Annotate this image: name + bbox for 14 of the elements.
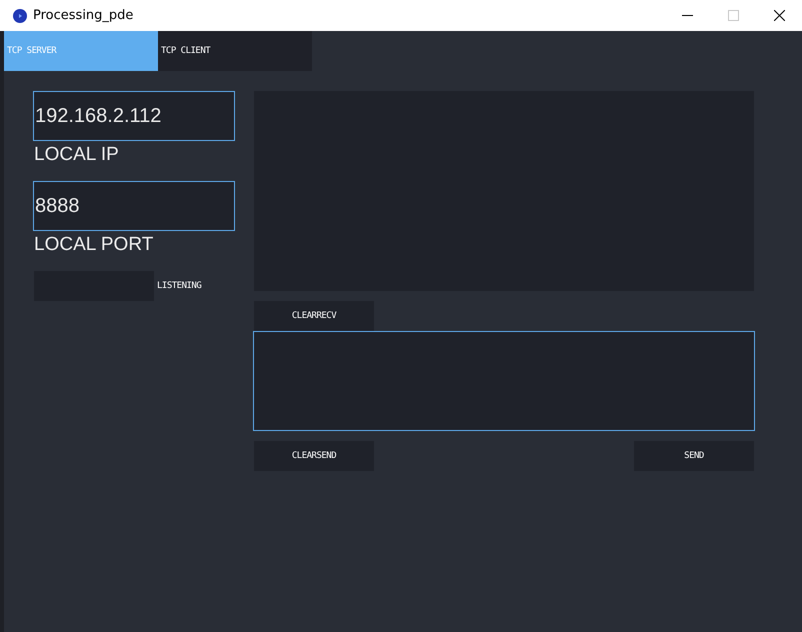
app-icon bbox=[13, 8, 27, 22]
close-icon bbox=[774, 10, 784, 21]
clear-receive-button[interactable]: CLEARRECV bbox=[254, 301, 374, 331]
listening-label: LISTENING bbox=[157, 281, 202, 291]
local-ip-label: LOCAL IP bbox=[33, 144, 119, 166]
local-port-field[interactable]: 8888 bbox=[33, 181, 235, 231]
maximize-icon bbox=[728, 10, 738, 21]
local-ip-field[interactable]: 192.168.2.112 bbox=[33, 91, 235, 141]
local-port-label: LOCAL PORT bbox=[33, 234, 154, 256]
send-button[interactable]: SEND bbox=[634, 441, 754, 471]
tab[interactable]: TCP CLIENT bbox=[158, 31, 312, 71]
clear-send-button[interactable]: CLEARSEND bbox=[254, 441, 374, 471]
send-text-area[interactable] bbox=[253, 331, 755, 431]
window-title: Processing_pde bbox=[33, 8, 134, 23]
